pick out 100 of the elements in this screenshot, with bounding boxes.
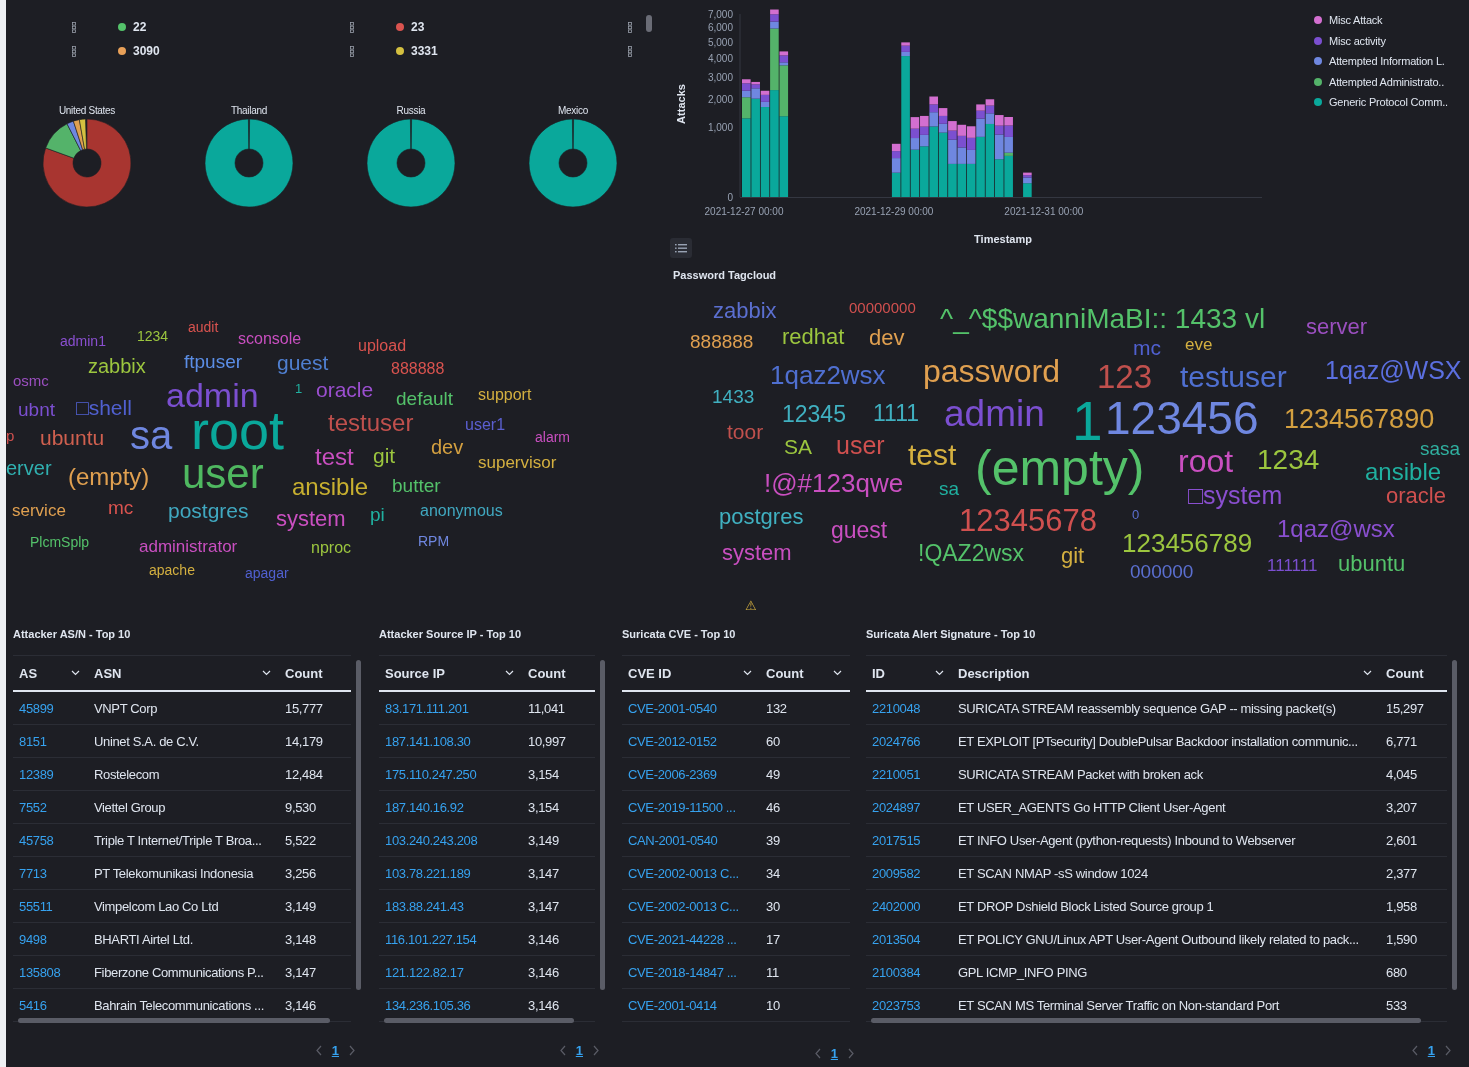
- tag-word[interactable]: oracle: [1386, 484, 1446, 507]
- tag-word[interactable]: ^_^$$wanniMaBI:: 1433 vl: [940, 304, 1266, 333]
- drag-handle-icon[interactable]: [628, 21, 632, 33]
- tag-word[interactable]: 00000000: [849, 299, 916, 315]
- drag-handle-icon[interactable]: [350, 45, 354, 57]
- column-header[interactable]: Count: [522, 656, 595, 690]
- tag-word[interactable]: 123456: [1105, 394, 1259, 441]
- tag-word[interactable]: 123: [1097, 359, 1153, 393]
- table-link[interactable]: CVE-2001-0540: [622, 692, 760, 724]
- table-link[interactable]: 121.122.82.17: [379, 956, 522, 988]
- tag-word[interactable]: testuser: [328, 410, 414, 435]
- tag-word[interactable]: server: [1306, 315, 1368, 338]
- table-link[interactable]: CAN-2001-0540: [622, 824, 760, 856]
- tag-word[interactable]: apache: [149, 563, 195, 578]
- table-link[interactable]: 5416: [13, 989, 88, 1021]
- tag-word[interactable]: 888888: [391, 361, 445, 378]
- vertical-scrollbar[interactable]: [356, 660, 361, 990]
- tag-word[interactable]: supervisor: [478, 453, 557, 471]
- tag-word[interactable]: ftpuser: [184, 351, 243, 371]
- column-header[interactable]: Count: [1380, 656, 1447, 690]
- tag-word[interactable]: 888888: [690, 331, 754, 351]
- tag-word[interactable]: support: [478, 387, 532, 404]
- tag-word[interactable]: ansible: [292, 474, 369, 499]
- column-header[interactable]: ASN: [88, 656, 279, 690]
- tag-word[interactable]: PlcmSplp: [30, 535, 90, 550]
- tag-word[interactable]: sconsole: [238, 331, 302, 348]
- table-link[interactable]: 103.78.221.189: [379, 857, 522, 889]
- table-link[interactable]: 2024897: [866, 791, 952, 823]
- horizontal-scrollbar[interactable]: [384, 1018, 574, 1023]
- tag-word[interactable]: butter: [392, 475, 441, 495]
- tag-word[interactable]: admin1: [60, 334, 106, 349]
- tag-word[interactable]: postgres: [719, 505, 804, 528]
- table-link[interactable]: 135808: [13, 956, 88, 988]
- tag-word[interactable]: zabbix: [88, 356, 146, 376]
- column-header[interactable]: ID: [866, 656, 952, 690]
- tag-word[interactable]: RPM: [418, 534, 450, 549]
- tag-word[interactable]: redhat: [782, 325, 845, 348]
- tag-word[interactable]: sa: [939, 478, 960, 498]
- tag-word[interactable]: zabbix: [713, 299, 777, 322]
- tag-word[interactable]: eve: [1185, 335, 1213, 353]
- tag-word[interactable]: apagar: [245, 566, 289, 581]
- table-link[interactable]: CVE-2012-0152: [622, 725, 760, 757]
- tag-word[interactable]: pi: [370, 504, 385, 524]
- tag-word[interactable]: mc: [108, 497, 134, 517]
- tag-word[interactable]: service: [12, 501, 66, 519]
- vertical-scrollbar[interactable]: [1452, 660, 1457, 990]
- column-header[interactable]: Description: [952, 656, 1380, 690]
- table-link[interactable]: 12389: [13, 758, 88, 790]
- drag-handle-icon[interactable]: [72, 45, 76, 57]
- table-link[interactable]: 2017515: [866, 824, 952, 856]
- tag-word[interactable]: !@#123qwe: [764, 469, 904, 496]
- table-link[interactable]: CVE-2001-0414: [622, 989, 760, 1021]
- tag-word[interactable]: dev: [431, 437, 464, 457]
- table-link[interactable]: 183.88.241.43: [379, 890, 522, 922]
- tag-word[interactable]: 1433: [712, 386, 755, 406]
- table-link[interactable]: 45899: [13, 692, 88, 724]
- tag-word[interactable]: 000000: [1130, 561, 1194, 581]
- tag-word[interactable]: 1111: [873, 402, 920, 426]
- page-link[interactable]: 1: [575, 1043, 583, 1058]
- tag-word[interactable]: SA: [784, 436, 812, 458]
- tag-word[interactable]: sasa: [1420, 438, 1461, 458]
- tag-word[interactable]: 12345678: [959, 504, 1097, 536]
- tag-word[interactable]: user: [182, 452, 264, 495]
- table-link[interactable]: 7713: [13, 857, 88, 889]
- tag-word[interactable]: □system: [1188, 483, 1283, 509]
- tag-word[interactable]: guest: [277, 352, 329, 374]
- tag-word[interactable]: 1234567890: [1284, 406, 1435, 434]
- table-link[interactable]: 2100384: [866, 956, 952, 988]
- scrollbar-thumb[interactable]: [646, 15, 652, 32]
- table-link[interactable]: 187.141.108.30: [379, 725, 522, 757]
- tag-word[interactable]: ubuntu: [1338, 552, 1406, 575]
- previous-page-icon[interactable]: [1411, 1045, 1418, 1056]
- previous-page-icon[interactable]: [315, 1045, 322, 1056]
- table-link[interactable]: 134.236.105.36: [379, 989, 522, 1021]
- tag-word[interactable]: user: [836, 433, 885, 459]
- table-link[interactable]: 2023753: [866, 989, 952, 1021]
- legend-label[interactable]: Attempted Information L.: [1329, 55, 1445, 68]
- table-link[interactable]: 55511: [13, 890, 88, 922]
- table-link[interactable]: CVE-2019-11500 ...: [622, 791, 760, 823]
- table-link[interactable]: CVE-2006-2369: [622, 758, 760, 790]
- tag-word[interactable]: anonymous: [420, 503, 503, 520]
- tag-word[interactable]: default: [396, 388, 454, 408]
- next-page-icon[interactable]: [848, 1048, 854, 1059]
- horizontal-scrollbar[interactable]: [18, 1018, 330, 1023]
- tag-word[interactable]: (empty): [68, 464, 150, 489]
- tag-word[interactable]: alarm: [535, 430, 570, 445]
- tag-word[interactable]: user1: [465, 417, 506, 434]
- drag-handle-icon[interactable]: [72, 21, 76, 33]
- tag-word[interactable]: mc: [1133, 337, 1161, 359]
- tag-word[interactable]: audit: [188, 320, 219, 335]
- tag-word[interactable]: test: [908, 439, 957, 470]
- next-page-icon[interactable]: [349, 1045, 355, 1056]
- tag-word[interactable]: ubuntu: [40, 427, 105, 449]
- tag-word[interactable]: administrator: [139, 537, 238, 555]
- table-link[interactable]: CVE-2021-44228 ...: [622, 923, 760, 955]
- column-header[interactable]: CVE ID: [622, 656, 760, 690]
- table-link[interactable]: 83.171.111.201: [379, 692, 522, 724]
- table-link[interactable]: 2402000: [866, 890, 952, 922]
- tag-word[interactable]: 0: [1132, 507, 1140, 521]
- table-link[interactable]: 2013504: [866, 923, 952, 955]
